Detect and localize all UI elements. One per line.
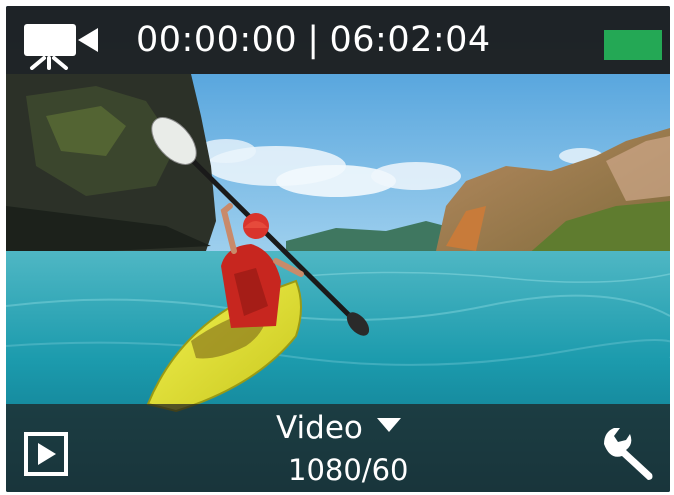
time-separator: | [307,20,320,60]
play-icon[interactable] [24,432,68,476]
mode-selector[interactable]: Video [276,408,401,448]
remaining-time: 06:02:04 [329,20,491,60]
recording-time-readout: 00:00:00 | 06:02:04 [136,18,491,62]
elapsed-time: 00:00:00 [136,20,298,60]
mode-label: Video [276,410,363,446]
mode-bar: Video 1080/60 [6,404,670,492]
wrench-icon[interactable] [596,422,660,486]
video-camera-icon[interactable] [20,20,100,70]
chevron-down-icon[interactable] [376,418,401,432]
resolution-label: 1080/60 [288,453,409,487]
status-bar: 00:00:00 | 06:02:04 [6,6,670,74]
battery-icon [604,30,662,60]
camera-screen: 00:00:00 | 06:02:04 Video 1080/60 [6,6,670,492]
